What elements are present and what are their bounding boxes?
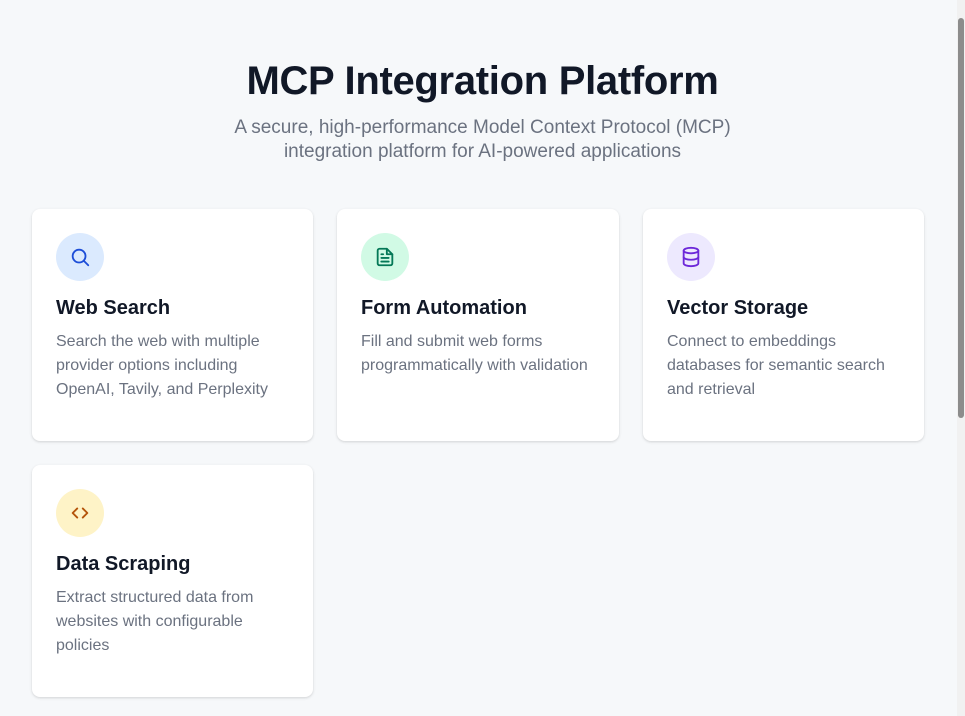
feature-title: Vector Storage [667, 297, 809, 319]
feature-card-vector-storage[interactable]: Vector Storage Connect to embeddings dat… [643, 209, 924, 441]
code-icon [56, 489, 104, 537]
search-icon [56, 233, 104, 281]
page-subtitle: A secure, high-performance Model Context… [234, 117, 731, 162]
feature-card-web-search[interactable]: Web Search Search the web with multiple … [32, 209, 313, 441]
page-title: MCP Integration Platform [246, 59, 719, 103]
feature-card-form-automation[interactable]: Form Automation Fill and submit web form… [337, 209, 619, 441]
page: MCP Integration Platform A secure, high-… [0, 0, 965, 716]
hero-section: MCP Integration Platform A secure, high-… [0, 0, 965, 164]
feature-title: Web Search [56, 297, 171, 319]
feature-title: Data Scraping [56, 553, 191, 575]
feature-description: Extract structured data from websites wi… [56, 589, 254, 654]
feature-title: Form Automation [361, 297, 527, 319]
feature-description: Search the web with multiple provider op… [56, 333, 268, 398]
database-icon [667, 233, 715, 281]
scrollbar-thumb[interactable] [958, 18, 964, 418]
feature-description: Fill and submit web forms programmatical… [361, 333, 588, 374]
document-icon [361, 233, 409, 281]
feature-card-data-scraping[interactable]: Data Scraping Extract structured data fr… [32, 465, 313, 697]
feature-description: Connect to embeddings databases for sema… [667, 333, 885, 398]
vertical-scrollbar[interactable] [957, 0, 965, 716]
features-grid: Web Search Search the web with multiple … [32, 209, 924, 697]
